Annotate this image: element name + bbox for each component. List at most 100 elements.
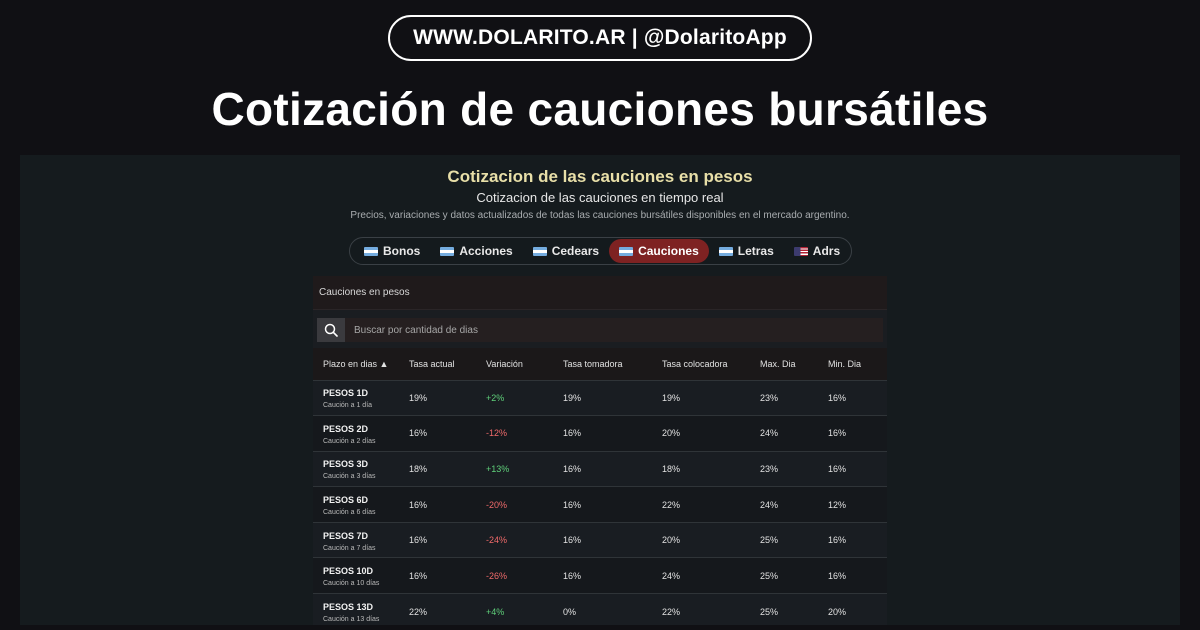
caucion-name: PESOS 13D	[323, 602, 374, 613]
section-title: Cotizacion de las cauciones en pesos	[447, 167, 753, 186]
cell-tasa-colocadora: 19%	[662, 392, 681, 403]
cell-plazo: PESOS 6D Caución a 6 días	[313, 487, 399, 523]
cauciones-table: Plazo en dias ▲ Tasa actual Variación Ta…	[313, 348, 887, 625]
cauciones-panel: Cauciones en pesos Plazo en dias ▲ Tasa …	[313, 276, 887, 625]
caucion-description: Caución a 7 días	[323, 544, 376, 552]
cell-variacion: -26%	[486, 570, 508, 581]
tab-label: Bonos	[383, 244, 421, 258]
tab-adrs[interactable]: Adrs	[784, 239, 850, 263]
us-flag-icon	[793, 246, 808, 256]
section-subtitle: Cotizacion de las cauciones en tiempo re…	[476, 190, 724, 205]
caucion-description: Caución a 6 días	[323, 509, 376, 517]
cell-tasa-actual: 16%	[409, 570, 428, 581]
cell-tasa-colocadora: 24%	[662, 570, 681, 581]
cell-tasa-actual: 16%	[409, 535, 428, 546]
cell-plazo: PESOS 3D Caución a 3 días	[313, 451, 399, 487]
ar-flag-icon	[440, 246, 455, 256]
table-header-row: Plazo en dias ▲ Tasa actual Variación Ta…	[313, 348, 887, 380]
search-input[interactable]	[345, 318, 883, 342]
caucion-name: PESOS 7D	[323, 530, 369, 541]
cell-min-dia: 16%	[828, 535, 847, 546]
tab-label: Cedears	[551, 244, 600, 258]
table-row[interactable]: PESOS 3D Caución a 3 días 18% +13% 16% 18% 23%…	[313, 451, 887, 487]
caucion-description: Caución a 2 días	[323, 437, 376, 445]
table-row[interactable]: PESOS 6D Caución a 6 días 16% -20% 16% 22% 24%…	[313, 486, 887, 523]
screenshot-frame: Cotizacion de las cauciones en pesos Cot…	[20, 155, 1180, 625]
table-row[interactable]: PESOS 13D Caución a 13 días 22% +4% 0% 22% 25%…	[313, 593, 887, 625]
caucion-name: PESOS 3D	[323, 459, 369, 470]
cell-tasa-actual: 22%	[409, 606, 428, 617]
search-icon	[324, 323, 338, 337]
cell-tasa-colocadora: 20%	[662, 535, 681, 546]
cell-variacion: +13%	[486, 463, 510, 474]
cell-tasa-tomadora: 16%	[563, 428, 582, 439]
column-header-plazo[interactable]: Plazo en dias ▲	[313, 348, 399, 380]
column-header-tasa-colocadora[interactable]: Tasa colocadora	[652, 348, 750, 380]
cell-plazo: PESOS 13D Caución a 13 días	[313, 594, 399, 625]
column-header-tasa-tomadora[interactable]: Tasa tomadora	[553, 348, 652, 380]
cell-tasa-colocadora: 18%	[662, 463, 681, 474]
table-row[interactable]: PESOS 10D Caución a 10 días 16% -26% 16% 24% 2…	[313, 557, 887, 594]
cell-variacion: +4%	[486, 606, 505, 617]
column-header-tasa-actual[interactable]: Tasa actual	[399, 348, 476, 380]
cell-min-dia: 16%	[828, 463, 847, 474]
cell-plazo: PESOS 1D Caución a 1 día	[313, 380, 399, 416]
caucion-name: PESOS 1D	[323, 388, 369, 399]
tab-bonos[interactable]: Bonos	[354, 239, 430, 263]
cell-min-dia: 16%	[828, 428, 847, 439]
tab-acciones[interactable]: Acciones	[430, 239, 522, 263]
cell-tasa-tomadora: 16%	[563, 463, 582, 474]
cell-plazo: PESOS 7D Caución a 7 días	[313, 522, 399, 558]
tab-label: Letras	[737, 244, 774, 258]
caucion-description: Caución a 1 día	[323, 402, 373, 410]
ar-flag-icon	[619, 246, 634, 256]
search-bar	[317, 318, 883, 342]
column-header-max-dia[interactable]: Max. Dia	[750, 348, 818, 380]
cell-tasa-actual: 19%	[409, 392, 428, 403]
cell-tasa-actual: 18%	[409, 463, 428, 474]
table-row[interactable]: PESOS 1D Caución a 1 día 19% +2% 19% 19% 23% 16…	[313, 380, 887, 416]
caucion-description: Caución a 13 días	[323, 616, 380, 624]
caucion-description: Caución a 10 días	[323, 580, 380, 588]
cell-max-dia: 24%	[760, 428, 779, 439]
cell-tasa-tomadora: 16%	[563, 570, 582, 581]
cell-tasa-colocadora: 22%	[662, 499, 681, 510]
column-header-variacion[interactable]: Variación	[476, 348, 553, 380]
cell-tasa-colocadora: 20%	[662, 428, 681, 439]
tab-label: Cauciones	[638, 244, 699, 258]
cell-tasa-actual: 16%	[409, 428, 428, 439]
tab-cauciones[interactable]: Cauciones	[609, 239, 709, 263]
panel-title: Cauciones en pesos	[313, 276, 887, 310]
ar-flag-icon	[364, 246, 378, 256]
tab-label: Adrs	[812, 244, 841, 258]
cell-variacion: -24%	[486, 535, 508, 546]
cell-max-dia: 23%	[760, 392, 779, 403]
cell-max-dia: 25%	[760, 535, 779, 546]
caucion-name: PESOS 10D	[323, 566, 374, 577]
ar-flag-icon	[718, 246, 733, 256]
cell-min-dia: 16%	[828, 392, 847, 403]
cell-tasa-tomadora: 16%	[563, 499, 582, 510]
section-description: Precios, variaciones y datos actualizado…	[350, 210, 850, 221]
cell-variacion: -12%	[486, 428, 508, 439]
cell-variacion: -20%	[486, 499, 508, 510]
caucion-description: Caución a 3 días	[323, 473, 376, 481]
caucion-name: PESOS 2D	[323, 423, 369, 434]
column-header-min-dia[interactable]: Min. Dia	[818, 348, 887, 380]
cell-tasa-tomadora: 16%	[563, 535, 582, 546]
cell-tasa-tomadora: 0%	[563, 606, 577, 617]
tab-letras[interactable]: Letras	[709, 239, 784, 263]
cell-plazo: PESOS 10D Caución a 10 días	[313, 558, 399, 594]
table-row[interactable]: PESOS 2D Caución a 2 días 16% -12% 16% 20% 24%…	[313, 415, 887, 452]
tab-label: Acciones	[459, 244, 513, 258]
cell-max-dia: 24%	[760, 499, 779, 510]
tab-cedears[interactable]: Cedears	[523, 239, 609, 263]
site-banner-text: WWW.DOLARITO.AR | @DolaritoApp	[413, 26, 787, 49]
cell-min-dia: 16%	[828, 570, 847, 581]
cell-tasa-actual: 16%	[409, 499, 428, 510]
table-row[interactable]: PESOS 7D Caución a 7 días 16% -24% 16% 20% 25%…	[313, 522, 887, 558]
page-title: Cotización de cauciones bursátiles	[211, 83, 989, 135]
cell-max-dia: 25%	[760, 606, 779, 617]
cell-plazo: PESOS 2D Caución a 2 días	[313, 416, 399, 452]
search-button[interactable]	[317, 318, 345, 342]
